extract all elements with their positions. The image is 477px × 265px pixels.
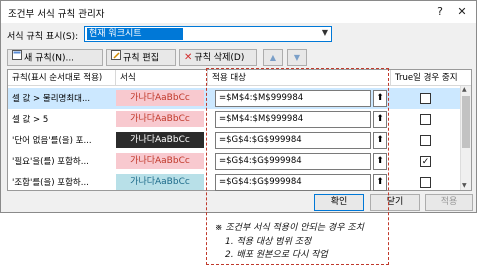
new-rule-button[interactable]: 새 규칙(N)... <box>7 49 103 66</box>
annotation-step-1: 1. 적용 대상 범위 조정 <box>225 237 312 247</box>
stop-if-true-checkbox[interactable] <box>420 93 431 104</box>
show-rules-value: 현재 워크시트 <box>87 28 183 40</box>
format-preview: 가나다AaBbCc <box>116 174 204 190</box>
stop-if-true-checkbox[interactable] <box>420 177 431 188</box>
rule-description: 셀 값 > 물리명최대... <box>12 94 91 104</box>
column-header-stop-if-true: True일 경우 중지 <box>391 70 471 86</box>
scroll-down-icon[interactable]: ▼ <box>462 182 467 189</box>
new-rule-label: 새 규칙(N)... <box>24 53 75 64</box>
edit-rule-icon <box>111 50 121 66</box>
format-preview: 가나다AaBbCc <box>116 111 204 127</box>
scrollbar-thumb[interactable] <box>462 96 470 148</box>
annotation-step-2: 2. 배포 원본으로 다시 작업 <box>225 250 328 260</box>
stop-if-true-checkbox[interactable] <box>420 135 431 146</box>
close-window-button[interactable]: ✕ <box>452 3 472 21</box>
scroll-up-icon[interactable]: ▲ <box>462 86 467 93</box>
edit-rule-button[interactable]: 규칙 편집(E)... <box>106 49 176 79</box>
title-bar: 조건부 서식 규칙 관리자 ? ✕ <box>1 1 476 23</box>
move-down-button[interactable]: ▼ <box>287 49 307 66</box>
format-preview: 가나다AaBbCc <box>116 153 204 169</box>
help-button[interactable]: ? <box>430 3 450 21</box>
new-rule-icon <box>12 50 22 66</box>
rule-description: '필요'을(를) 포함하... <box>12 157 89 167</box>
move-up-button[interactable]: ▲ <box>263 49 283 66</box>
annotation-heading: ※ 조건부 서식 적용이 안되는 경우 조치 <box>215 223 364 233</box>
arrow-up-icon: ▲ <box>269 53 277 62</box>
arrow-down-icon: ▼ <box>293 53 301 62</box>
format-preview: 가나다AaBbCc <box>116 132 204 148</box>
show-rules-label: 서식 규칙 표시(S): <box>7 32 79 42</box>
format-preview: 가나다AaBbCc <box>116 90 204 106</box>
delete-rule-button[interactable]: ✕ 규칙 삭제(D) <box>179 49 257 66</box>
delete-rule-label: 규칙 삭제(D) <box>194 53 245 63</box>
vertical-scrollbar[interactable]: ▲ ▼ <box>460 86 471 190</box>
chevron-down-icon: ▼ <box>321 28 328 37</box>
apply-button[interactable]: 적용 <box>425 194 473 211</box>
stop-if-true-checkbox[interactable] <box>420 114 431 125</box>
window-title: 조건부 서식 규칙 관리자 <box>8 9 105 20</box>
column-header-rule: 규칙(표시 순서대로 적용) <box>8 70 116 86</box>
rule-description: 셀 값 > 5 <box>12 115 49 125</box>
stop-if-true-checkbox[interactable]: ✓ <box>420 156 431 167</box>
show-rules-select[interactable]: 현재 워크시트 ▼ <box>84 26 332 42</box>
delete-x-icon: ✕ <box>184 52 193 63</box>
rule-description: '단어 없음'를(을) 포... <box>12 136 92 146</box>
column-header-format: 서식 <box>116 70 208 86</box>
rule-description: '조합'를(을) 포함하... <box>12 178 89 188</box>
